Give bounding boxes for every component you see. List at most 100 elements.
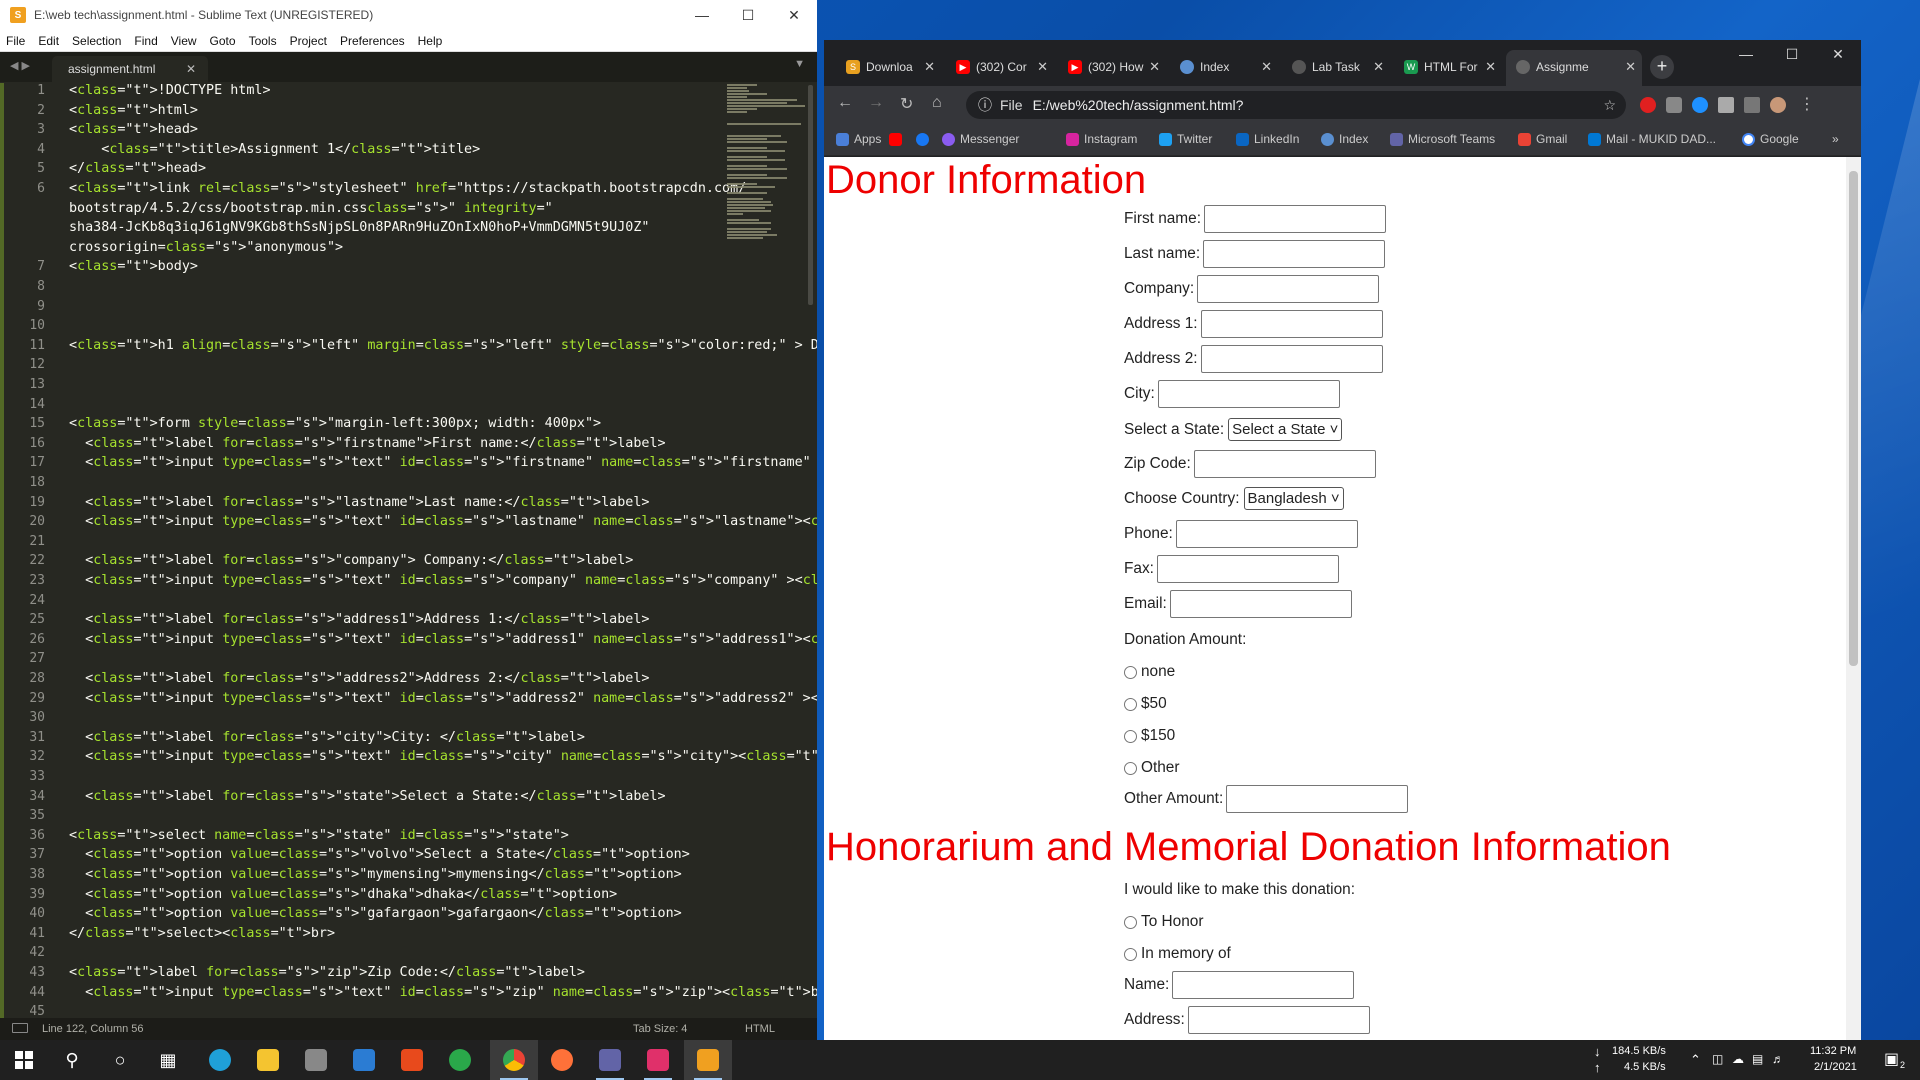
menu-find[interactable]: Find — [134, 34, 157, 48]
mail-taskbar-icon[interactable] — [340, 1040, 388, 1080]
close-tab-icon[interactable]: ✕ — [1485, 50, 1496, 84]
close-icon[interactable]: ✕ — [1815, 40, 1861, 68]
home-icon[interactable]: ⌂ — [932, 94, 942, 112]
close-tab-icon[interactable]: ✕ — [1261, 50, 1272, 84]
status-tab-size[interactable]: Tab Size: 4 — [633, 1023, 687, 1035]
close-tab-icon[interactable]: ✕ — [1373, 50, 1384, 84]
radio-other[interactable] — [1124, 761, 1137, 775]
country-select[interactable]: Bangladesh ˅ — [1243, 487, 1344, 510]
bookmark-index[interactable]: Index — [1321, 132, 1368, 146]
reading-list-icon[interactable] — [1744, 97, 1760, 113]
firefox-taskbar-icon[interactable] — [538, 1040, 586, 1080]
close-tab-icon[interactable]: ✕ — [924, 50, 935, 84]
address2-input[interactable] — [1200, 345, 1383, 373]
network-icon[interactable]: ▤ — [1752, 1052, 1763, 1066]
first-name-input[interactable] — [1203, 205, 1386, 233]
device-icon[interactable]: ◫ — [1712, 1052, 1723, 1066]
email-input[interactable] — [1169, 590, 1352, 618]
fax-input[interactable] — [1156, 555, 1339, 583]
zip-input[interactable] — [1193, 450, 1376, 478]
radio-50[interactable] — [1124, 697, 1137, 711]
state-select[interactable]: Select a State ˅ — [1228, 418, 1343, 441]
page-scrollbar-thumb[interactable] — [1849, 171, 1858, 666]
profile-avatar[interactable] — [1770, 97, 1786, 113]
info-icon[interactable]: ⓘ — [978, 97, 992, 113]
bookmark-star-icon[interactable]: ☆ — [1603, 91, 1616, 119]
bookmark-instagram[interactable]: Instagram — [1066, 132, 1137, 146]
reload-icon[interactable]: ↻ — [900, 94, 913, 114]
radio-none[interactable] — [1124, 665, 1137, 679]
tab-dropdown-icon[interactable]: ▼ — [794, 58, 805, 70]
close-tab-icon[interactable]: ✕ — [1149, 50, 1160, 84]
maximize-icon[interactable]: ☐ — [725, 0, 771, 30]
menu-file[interactable]: File — [6, 34, 25, 48]
menu-help[interactable]: Help — [418, 34, 443, 48]
tab-nav-arrows-icon[interactable]: ◀ ▶ — [10, 59, 30, 72]
chrome-tab-html-forms[interactable]: W HTML For ✕ — [1394, 50, 1502, 86]
menu-tools[interactable]: Tools — [249, 34, 277, 48]
close-tab-icon[interactable]: ✕ — [1037, 50, 1048, 84]
app-pink-taskbar-icon[interactable] — [634, 1040, 682, 1080]
teams-taskbar-icon[interactable] — [586, 1040, 634, 1080]
address-bar[interactable]: ⓘ File E:/web%20tech/assignment.html? ☆ — [966, 91, 1626, 119]
editor-scrollbar[interactable] — [808, 85, 813, 305]
other-amount-input[interactable] — [1226, 785, 1409, 813]
extension-red-icon[interactable] — [1640, 97, 1656, 113]
donation-option-50[interactable]: $50 — [1124, 695, 1167, 713]
page-scrollbar[interactable] — [1846, 157, 1861, 1040]
extension-blue-icon[interactable] — [1692, 97, 1708, 113]
close-tab-icon[interactable]: ✕ — [1625, 50, 1636, 84]
extensions-puzzle-icon[interactable] — [1718, 97, 1734, 113]
chrome-tab-youtube-2[interactable]: ▶ (302) How ✕ — [1058, 50, 1166, 86]
status-syntax[interactable]: HTML — [745, 1023, 775, 1035]
clock-time[interactable]: 11:32 PM — [1810, 1045, 1856, 1057]
radio-to-honor[interactable] — [1124, 915, 1137, 929]
donation-option-none[interactable]: none — [1124, 663, 1175, 681]
search-icon[interactable]: ⚲ — [48, 1040, 96, 1080]
company-input[interactable] — [1197, 275, 1380, 303]
forward-arrow-icon[interactable]: → — [868, 94, 884, 112]
bookmark-gmail[interactable]: Gmail — [1518, 132, 1567, 146]
radio-150[interactable] — [1124, 729, 1137, 743]
minimize-icon[interactable]: — — [1723, 40, 1769, 68]
chrome-taskbar-icon[interactable] — [490, 1040, 538, 1080]
radio-in-memory[interactable] — [1124, 947, 1137, 961]
upwork-taskbar-icon[interactable] — [436, 1040, 484, 1080]
clock-date[interactable]: 2/1/2021 — [1814, 1061, 1857, 1073]
chrome-tab-index[interactable]: Index ✕ — [1170, 50, 1278, 86]
onedrive-icon[interactable]: ☁ — [1732, 1052, 1744, 1066]
new-tab-button[interactable]: + — [1650, 55, 1674, 79]
donation-option-150[interactable]: $150 — [1124, 727, 1175, 745]
cortana-icon[interactable]: ○ — [96, 1040, 144, 1080]
option-to-honor[interactable]: To Honor — [1124, 913, 1203, 931]
tab-assignment-html[interactable]: assignment.html ✕ — [52, 56, 208, 82]
minimap[interactable] — [727, 83, 805, 423]
sublime-taskbar-icon[interactable] — [684, 1040, 732, 1080]
phone-input[interactable] — [1175, 520, 1358, 548]
bookmarks-overflow-icon[interactable]: » — [1832, 132, 1839, 146]
menu-view[interactable]: View — [171, 34, 197, 48]
menu-preferences[interactable]: Preferences — [340, 34, 405, 48]
bookmark-apps[interactable]: Apps — [836, 132, 881, 146]
address-input[interactable] — [1187, 1006, 1370, 1034]
edge-taskbar-icon[interactable] — [196, 1040, 244, 1080]
office-taskbar-icon[interactable] — [388, 1040, 436, 1080]
chrome-tab-downloads[interactable]: S Downloa ✕ — [836, 50, 941, 86]
file-explorer-taskbar-icon[interactable] — [244, 1040, 292, 1080]
bookmark-google[interactable]: Google — [1742, 132, 1799, 146]
tray-overflow-icon[interactable]: ⌃ — [1690, 1052, 1701, 1068]
last-name-input[interactable] — [1203, 240, 1386, 268]
address1-input[interactable] — [1200, 310, 1383, 338]
back-arrow-icon[interactable]: ← — [837, 94, 853, 112]
menu-selection[interactable]: Selection — [72, 34, 121, 48]
panel-toggle-icon[interactable] — [12, 1023, 28, 1033]
city-input[interactable] — [1157, 380, 1340, 408]
notifications-icon[interactable]: ▣ — [1884, 1049, 1899, 1069]
bookmark-outlook[interactable]: Mail - MUKID DAD... — [1588, 132, 1716, 146]
menu-goto[interactable]: Goto — [210, 34, 236, 48]
menu-edit[interactable]: Edit — [38, 34, 59, 48]
volume-icon[interactable]: ♬ — [1772, 1052, 1784, 1066]
bookmark-messenger[interactable]: Messenger — [942, 132, 1019, 146]
bookmark-teams[interactable]: Microsoft Teams — [1390, 132, 1495, 146]
task-view-icon[interactable]: ▦ — [144, 1040, 192, 1080]
